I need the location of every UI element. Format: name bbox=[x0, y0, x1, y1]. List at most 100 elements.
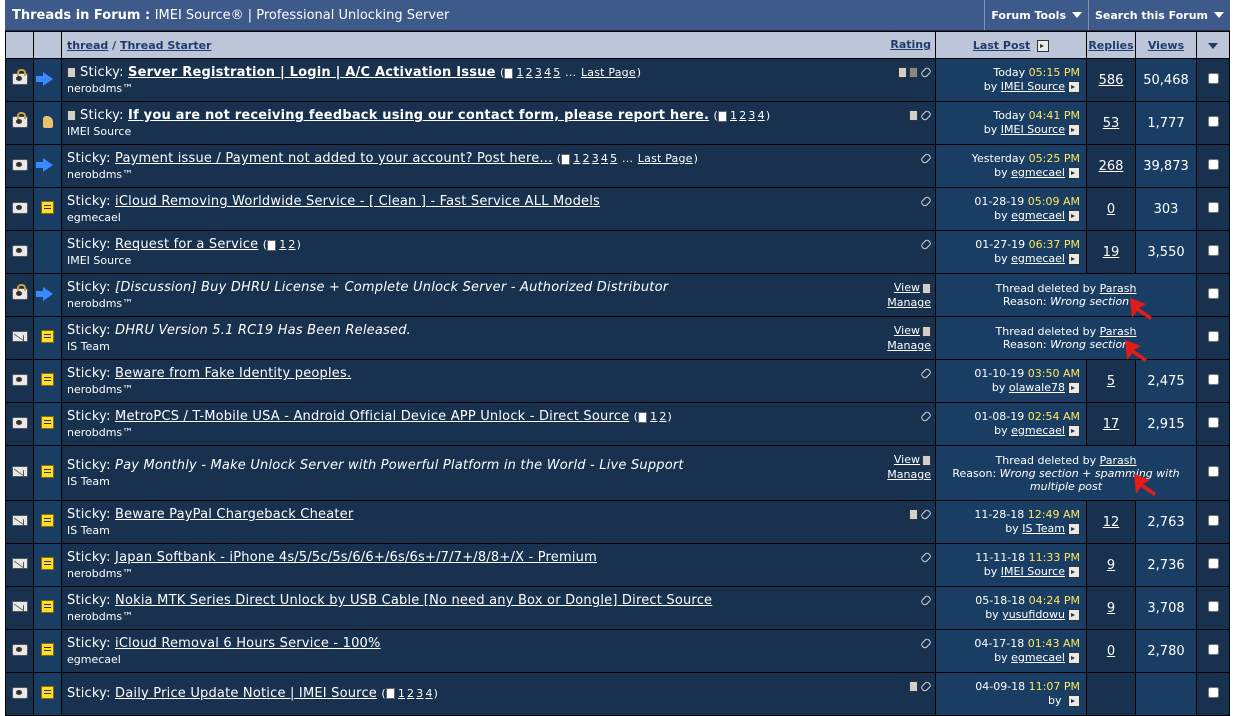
thread-title-link[interactable]: Daily Price Update Notice | IMEI Source bbox=[115, 686, 377, 701]
page-link[interactable]: 1 bbox=[279, 238, 286, 251]
thread-select-checkbox[interactable] bbox=[1207, 417, 1219, 428]
page-link[interactable]: 2 bbox=[659, 410, 666, 423]
last-poster-link[interactable]: egmecael bbox=[1011, 424, 1065, 437]
replies-link[interactable]: 0 bbox=[1107, 644, 1115, 659]
page-link[interactable]: 3 bbox=[535, 66, 542, 79]
page-link[interactable]: 5 bbox=[553, 66, 560, 79]
last-poster-link[interactable]: egmecael bbox=[1011, 166, 1065, 179]
thread-select-checkbox[interactable] bbox=[1207, 515, 1219, 526]
replies-link[interactable]: 9 bbox=[1107, 601, 1115, 616]
trash-icon[interactable] bbox=[909, 508, 918, 520]
page-link[interactable]: 1 bbox=[730, 109, 737, 122]
sort-last-post-link[interactable]: Last Post bbox=[973, 39, 1031, 52]
replies-link[interactable]: 9 bbox=[1107, 558, 1115, 573]
thread-title-link[interactable]: iCloud Removal 6 Hours Service - 100% bbox=[115, 636, 381, 651]
last-poster-link[interactable]: olawale78 bbox=[1009, 381, 1065, 394]
forum-tools-button[interactable]: Forum Tools bbox=[984, 0, 1088, 30]
thread-select-checkbox[interactable] bbox=[1207, 687, 1219, 698]
last-poster-link[interactable]: IS Team bbox=[1022, 522, 1065, 535]
go-to-last-post-icon[interactable] bbox=[1068, 652, 1080, 664]
last-poster-link[interactable]: IMEI Source bbox=[1001, 565, 1065, 578]
thread-select-checkbox[interactable] bbox=[1207, 159, 1219, 170]
thread-title-link[interactable]: Beware from Fake Identity peoples. bbox=[115, 366, 351, 381]
replies-link[interactable]: 19 bbox=[1103, 245, 1120, 260]
trash-icon[interactable] bbox=[909, 680, 918, 692]
page-link[interactable]: 3 bbox=[748, 109, 755, 122]
thread-select-checkbox[interactable] bbox=[1207, 558, 1219, 569]
last-poster-link[interactable]: IMEI Source bbox=[1001, 123, 1065, 136]
page-link[interactable]: 4 bbox=[544, 66, 551, 79]
manage-link[interactable]: Manage bbox=[887, 468, 931, 481]
sort-starter-link[interactable]: Thread Starter bbox=[120, 39, 212, 52]
thread-select-checkbox[interactable] bbox=[1207, 73, 1219, 84]
thread-title-link[interactable]: Beware PayPal Chargeback Cheater bbox=[115, 507, 353, 522]
thread-select-checkbox[interactable] bbox=[1207, 288, 1219, 299]
deleter-link[interactable]: Parash bbox=[1100, 454, 1137, 467]
trash-icon[interactable] bbox=[922, 282, 931, 294]
thread-select-checkbox[interactable] bbox=[1207, 466, 1219, 477]
page-link[interactable]: 4 bbox=[601, 152, 608, 165]
page-link[interactable]: 2 bbox=[407, 687, 414, 700]
thread-title-link[interactable]: Nokia MTK Series Direct Unlock by USB Ca… bbox=[115, 593, 712, 608]
replies-link[interactable]: 268 bbox=[1099, 159, 1124, 174]
go-to-last-post-icon[interactable] bbox=[1068, 124, 1080, 136]
view-link[interactable]: View bbox=[894, 453, 920, 466]
sort-rating-link[interactable]: Rating bbox=[890, 38, 931, 51]
go-to-last-post-icon[interactable] bbox=[1068, 609, 1080, 621]
thread-title-link[interactable]: Request for a Service bbox=[115, 237, 258, 252]
page-link[interactable]: 3 bbox=[592, 152, 599, 165]
thread-select-checkbox[interactable] bbox=[1207, 202, 1219, 213]
last-poster-link[interactable]: IMEI Source bbox=[1001, 80, 1065, 93]
go-to-last-post-icon[interactable] bbox=[1068, 566, 1080, 578]
sort-views-link[interactable]: Views bbox=[1148, 39, 1184, 52]
trash-icon[interactable] bbox=[922, 454, 931, 466]
go-to-last-post-icon[interactable] bbox=[1068, 81, 1080, 93]
go-to-last-post-icon[interactable] bbox=[1068, 253, 1080, 265]
go-to-last-post-icon[interactable] bbox=[1068, 382, 1080, 394]
page-link[interactable]: 1 bbox=[516, 66, 523, 79]
manage-link[interactable]: Manage bbox=[887, 339, 931, 352]
thread-select-checkbox[interactable] bbox=[1207, 245, 1219, 256]
trash-icon[interactable] bbox=[898, 66, 907, 78]
thread-select-checkbox[interactable] bbox=[1207, 331, 1219, 342]
view-link[interactable]: View bbox=[894, 324, 920, 337]
thread-title-link[interactable]: Server Registration | Login | A/C Activa… bbox=[128, 65, 496, 80]
search-forum-button[interactable]: Search this Forum bbox=[1088, 0, 1230, 30]
thread-title-link[interactable]: MetroPCS / T-Mobile USA - Android Offici… bbox=[115, 409, 629, 424]
thread-title-link[interactable]: If you are not receiving feedback using … bbox=[128, 108, 709, 123]
page-link[interactable]: 2 bbox=[583, 152, 590, 165]
go-to-last-post-icon[interactable] bbox=[1068, 210, 1080, 222]
trash-icon[interactable] bbox=[922, 325, 931, 337]
last-poster-link[interactable]: egmecael bbox=[1011, 252, 1065, 265]
last-poster-link[interactable]: egmecael bbox=[1011, 651, 1065, 664]
go-to-last-post-icon[interactable] bbox=[1068, 425, 1080, 437]
last-poster-link[interactable]: yusufidowu bbox=[1002, 608, 1065, 621]
thread-select-checkbox[interactable] bbox=[1207, 601, 1219, 612]
page-link[interactable]: 2 bbox=[288, 238, 295, 251]
replies-link[interactable]: 53 bbox=[1103, 116, 1120, 131]
header-select[interactable] bbox=[1197, 32, 1229, 58]
thread-select-checkbox[interactable] bbox=[1207, 374, 1219, 385]
sort-replies-link[interactable]: Replies bbox=[1088, 39, 1133, 52]
thread-title-link[interactable]: Japan Softbank - iPhone 4s/5/5c/5s/6/6+/… bbox=[115, 550, 597, 565]
page-link[interactable]: 2 bbox=[526, 66, 533, 79]
go-to-last-post-icon[interactable] bbox=[1068, 167, 1080, 179]
last-poster-link[interactable]: egmecael bbox=[1011, 209, 1065, 222]
replies-link[interactable]: 586 bbox=[1099, 73, 1124, 88]
page-link[interactable]: 3 bbox=[416, 687, 423, 700]
page-link[interactable]: 5 bbox=[610, 152, 617, 165]
deleter-link[interactable]: Parash bbox=[1100, 325, 1137, 338]
trash-icon[interactable] bbox=[909, 109, 918, 121]
thread-select-checkbox[interactable] bbox=[1207, 644, 1219, 655]
deleter-link[interactable]: Parash bbox=[1100, 282, 1137, 295]
sort-order-icon[interactable] bbox=[1037, 39, 1050, 52]
replies-link[interactable]: 0 bbox=[1107, 202, 1115, 217]
thread-title-link[interactable]: Payment issue / Payment not added to you… bbox=[115, 151, 552, 166]
last-page-link[interactable]: Last Page bbox=[638, 152, 693, 165]
thread-select-checkbox[interactable] bbox=[1207, 116, 1219, 127]
replies-link[interactable]: 12 bbox=[1103, 515, 1120, 530]
page-link[interactable]: 1 bbox=[573, 152, 580, 165]
manage-link[interactable]: Manage bbox=[887, 296, 931, 309]
go-to-last-post-icon[interactable] bbox=[1068, 695, 1080, 707]
page-link[interactable]: 4 bbox=[425, 687, 432, 700]
